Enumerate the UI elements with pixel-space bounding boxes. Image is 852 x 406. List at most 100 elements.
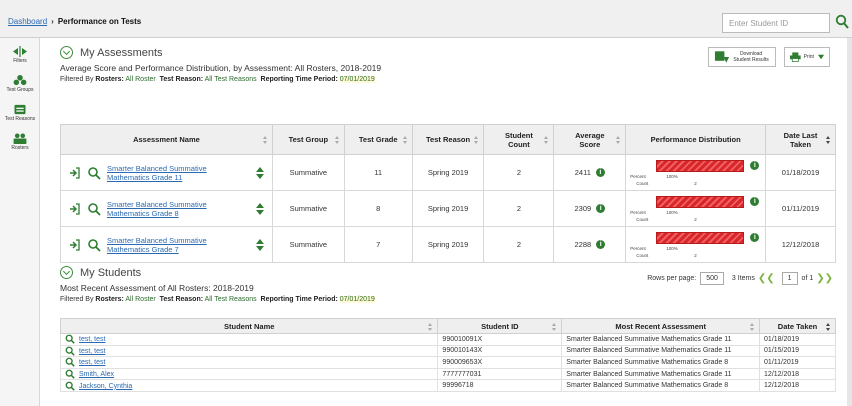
student-name-link[interactable]: test, test xyxy=(79,359,105,366)
filter-prefix: Filtered By xyxy=(60,76,94,83)
filter-period-value: 07/01/2019 xyxy=(339,76,375,83)
col-date-last-taken[interactable]: Date Last Taken xyxy=(765,124,836,155)
student-name-link[interactable]: Jackson, Cynthia xyxy=(79,383,132,390)
sidebar-item-label: Rosters xyxy=(11,144,29,151)
collapse-assessments-icon[interactable] xyxy=(60,46,73,59)
filter-prefix: Filtered By xyxy=(60,296,94,303)
filter-period-label: Reporting Time Period: xyxy=(260,76,338,83)
magnify-icon[interactable] xyxy=(65,369,75,379)
info-icon[interactable]: i xyxy=(750,197,760,206)
count-value: 2 xyxy=(694,181,697,186)
assessment-name-link[interactable]: Smarter Balanced Summative Mathematics G… xyxy=(107,164,217,182)
magnify-icon[interactable] xyxy=(87,166,101,180)
sort-icon xyxy=(402,136,408,144)
col-test-group[interactable]: Test Group xyxy=(271,124,345,155)
table-row: Jackson, Cynthia 99996718 Smarter Balanc… xyxy=(59,379,836,392)
reorder-icon[interactable] xyxy=(255,166,264,179)
most-recent-assessment-cell: Smarter Balanced Summative Mathematics G… xyxy=(561,344,761,358)
col-test-reason[interactable]: Test Reason xyxy=(411,124,485,155)
reorder-icon[interactable] xyxy=(255,238,264,251)
top-bar: Dashboard › Performance on Tests Enter S… xyxy=(0,0,852,38)
sidebar-item-filters[interactable]: Filters xyxy=(0,40,40,69)
col-performance-distribution[interactable]: Performance Distribution xyxy=(625,124,767,155)
col-label: Student Count xyxy=(504,130,533,149)
vertical-scrollbar[interactable] xyxy=(847,38,852,406)
date-last-taken-cell: 01/18/2019 xyxy=(765,154,836,191)
col-label: Performance Distribution xyxy=(650,135,741,144)
student-name-link[interactable]: test, test xyxy=(79,348,105,355)
search-icon[interactable] xyxy=(835,14,849,30)
test-reasons-icon xyxy=(14,104,26,114)
col-student-count[interactable]: Student Count xyxy=(483,124,555,155)
prev-page-icon[interactable]: ❮❮ xyxy=(758,273,775,284)
count-label: Count xyxy=(636,181,649,186)
col-student-id[interactable]: Student ID xyxy=(437,318,563,334)
magnify-icon[interactable] xyxy=(87,202,101,216)
assessment-name-link[interactable]: Smarter Balanced Summative Mathematics G… xyxy=(107,236,217,254)
student-id-cell: 99996718 xyxy=(437,379,563,392)
student-name-link[interactable]: Smith, Alex xyxy=(79,371,114,378)
col-assessment-name[interactable]: Assessment Name xyxy=(60,124,273,155)
col-most-recent-assessment[interactable]: Most Recent Assessment xyxy=(561,318,761,334)
download-student-results-button[interactable]: Download Student Results xyxy=(708,47,776,67)
next-page-icon[interactable]: ❯❯ xyxy=(816,273,833,284)
sidebar-item-test-groups[interactable]: Test Groups xyxy=(0,69,40,98)
most-recent-assessment-cell: Smarter Balanced Summative Mathematics G… xyxy=(561,356,761,369)
performance-bar[interactable] xyxy=(656,196,745,208)
col-date-taken[interactable]: Date Taken xyxy=(759,318,836,334)
count-value: 2 xyxy=(694,217,697,222)
performance-distribution-cell: i Percent 100% Count 2 xyxy=(625,226,767,263)
open-report-icon[interactable] xyxy=(67,166,81,180)
page-total: of 1 xyxy=(801,275,814,282)
col-test-grade[interactable]: Test Grade xyxy=(343,124,413,155)
student-name-link[interactable]: test, test xyxy=(79,336,105,343)
filter-rosters-label: Rosters: xyxy=(95,76,124,83)
open-report-icon[interactable] xyxy=(67,202,81,216)
col-label: Date Last Taken xyxy=(783,130,818,149)
test-grade-cell: 8 xyxy=(343,190,413,227)
info-icon[interactable]: i xyxy=(596,240,606,250)
date-taken-cell: 01/11/2019 xyxy=(759,356,836,369)
rows-per-page-label: Rows per page: xyxy=(647,275,697,282)
test-groups-icon xyxy=(13,74,27,85)
print-button[interactable]: Print xyxy=(784,47,830,67)
date-last-taken-cell: 12/12/2018 xyxy=(765,226,836,263)
student-id-cell: 990009653X xyxy=(437,356,563,369)
info-icon[interactable]: i xyxy=(595,168,605,178)
average-score-cell: 2411 i xyxy=(553,154,627,191)
page-number-input[interactable]: 1 xyxy=(781,272,798,285)
col-student-name[interactable]: Student Name xyxy=(59,318,439,334)
student-id-cell: 990010091X xyxy=(437,333,563,346)
magnify-icon[interactable] xyxy=(87,238,101,252)
date-taken-cell: 01/15/2019 xyxy=(759,344,836,358)
reorder-icon[interactable] xyxy=(255,202,264,215)
breadcrumb-dashboard-link[interactable]: Dashboard xyxy=(8,17,47,26)
collapse-students-icon[interactable] xyxy=(60,266,73,279)
info-icon[interactable]: i xyxy=(750,233,760,242)
col-average-score[interactable]: Average Score xyxy=(553,124,627,155)
most-recent-assessment-cell: Smarter Balanced Summative Mathematics G… xyxy=(561,367,761,381)
magnify-icon[interactable] xyxy=(65,334,75,344)
rows-per-page-select[interactable]: 500 xyxy=(700,272,724,285)
info-icon[interactable]: i xyxy=(750,161,760,170)
students-title: My Students xyxy=(80,266,142,279)
open-report-icon[interactable] xyxy=(67,238,81,252)
magnify-icon[interactable] xyxy=(65,357,75,368)
students-filters: Filtered By Rosters: All Roster Test Rea… xyxy=(60,296,375,303)
col-label: Test Group xyxy=(288,135,329,144)
performance-bar[interactable] xyxy=(656,232,745,244)
sidebar-item-test-reasons[interactable]: Test Reasons xyxy=(0,98,40,127)
percent-value: 100% xyxy=(666,246,678,251)
magnify-icon[interactable] xyxy=(65,346,75,356)
assessments-toolbar: Download Student Results Print xyxy=(708,47,830,67)
student-id-search-input[interactable]: Enter Student ID xyxy=(722,13,830,33)
chevron-down-icon xyxy=(817,54,824,60)
info-icon[interactable]: i xyxy=(596,204,606,214)
magnify-icon[interactable] xyxy=(65,381,75,391)
print-label: Print xyxy=(803,54,814,60)
students-header: My Students Most Recent Assessment of Al… xyxy=(60,266,375,303)
assessment-name-link[interactable]: Smarter Balanced Summative Mathematics G… xyxy=(107,200,217,218)
sidebar-item-rosters[interactable]: Rosters xyxy=(0,127,40,156)
test-group-cell: Summative xyxy=(271,154,345,191)
performance-bar[interactable] xyxy=(656,160,745,172)
